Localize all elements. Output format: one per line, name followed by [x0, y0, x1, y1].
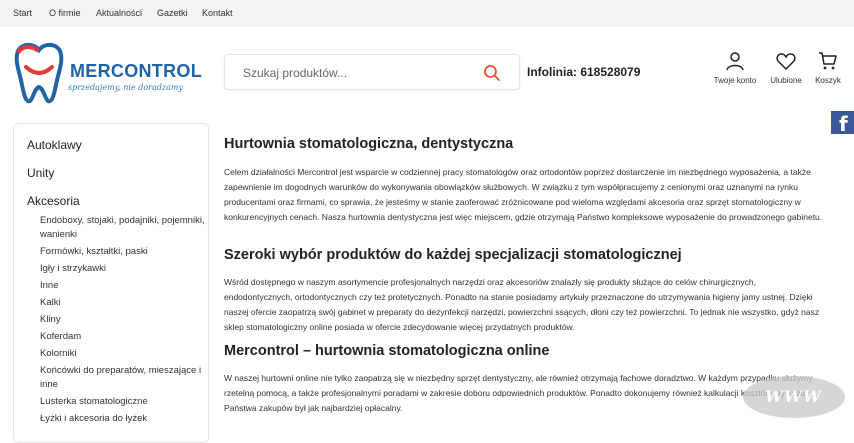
- logo[interactable]: MERCONTROL sprzedajemy, nie doradzamy: [12, 41, 202, 105]
- heading-szeroki-wybor: Szeroki wybór produktów do każdej specja…: [224, 247, 682, 263]
- nav-aktualnosci[interactable]: Aktualności: [96, 8, 142, 18]
- tooth-logo-icon: [14, 42, 64, 104]
- nav-gazetki[interactable]: Gazetki: [157, 8, 188, 18]
- logo-tagline: sprzedajemy, nie doradzamy: [68, 83, 183, 92]
- logo-text: MERCONTROL: [70, 61, 202, 81]
- subcategory-igly[interactable]: Igły i strzykawki: [40, 262, 205, 276]
- heading-hurtownia: Hurtownia stomatologiczna, dentystyczna: [224, 136, 514, 152]
- category-autoklawy[interactable]: Autoklawy: [27, 138, 82, 152]
- search-icon[interactable]: [483, 64, 501, 82]
- user-icon: [726, 52, 744, 71]
- cart-link[interactable]: Koszyk: [814, 51, 842, 85]
- watermark-text: WWW: [765, 387, 822, 406]
- paragraph-online: W naszej hurtowni online nie tylko zaopa…: [224, 373, 817, 413]
- subcategory-endoboxy[interactable]: Endoboxy, stojaki, podajniki, pojemniki,…: [40, 214, 205, 242]
- cart-icon: [819, 52, 837, 70]
- subcategory-kalki[interactable]: Kalki: [40, 296, 205, 310]
- subcategory-kolorniki[interactable]: Kolorniki: [40, 347, 205, 361]
- watermark: WWW: [743, 376, 845, 418]
- hotline[interactable]: Infolinia: 618528079: [527, 65, 640, 79]
- nav-o-firmie[interactable]: O firmie: [49, 8, 81, 18]
- nav-start[interactable]: Start: [13, 8, 32, 18]
- heart-icon: [776, 53, 796, 71]
- facebook-icon: f: [839, 112, 848, 136]
- category-unity[interactable]: Unity: [27, 166, 54, 180]
- top-navigation: Start O firmie Aktualności Gazetki Konta…: [0, 0, 854, 27]
- category-sidebar: Autoklawy Unity Akcesoria Endoboxy, stoj…: [13, 123, 209, 443]
- favorites-link[interactable]: Ulubione: [767, 51, 805, 85]
- subcategory-inne[interactable]: Inne: [40, 279, 205, 293]
- facebook-button[interactable]: f: [831, 111, 854, 136]
- subcategory-koncowki[interactable]: Końcówki do preparatów, mieszające i inn…: [40, 364, 205, 392]
- search-box: [224, 54, 520, 90]
- account-label: Twoje konto: [713, 76, 757, 85]
- cart-label: Koszyk: [815, 76, 841, 85]
- subcategory-lusterka[interactable]: Lusterka stomatologiczne: [40, 395, 205, 409]
- paragraph-produkty: Wśród dostępnego w naszym asortymencie p…: [224, 277, 820, 332]
- subcategory-lyzki[interactable]: Łyżki i akcesoria do łyżek: [40, 412, 205, 426]
- category-akcesoria[interactable]: Akcesoria: [27, 194, 80, 208]
- subcategory-formowki[interactable]: Formówki, kształtki, paski: [40, 245, 205, 259]
- header: MERCONTROL sprzedajemy, nie doradzamy In…: [0, 27, 854, 117]
- paragraph-intro: Celem działalności Mercontrol jest wspar…: [224, 167, 823, 222]
- subcategory-koferdam[interactable]: Koferdam: [40, 330, 205, 344]
- nav-kontakt[interactable]: Kontakt: [202, 8, 233, 18]
- account-link[interactable]: Twoje konto: [711, 51, 759, 85]
- subcategory-kliny[interactable]: Kliny: [40, 313, 205, 327]
- search-input[interactable]: [243, 64, 473, 82]
- heading-online: Mercontrol – hurtownia stomatologiczna o…: [224, 343, 550, 359]
- favorites-label: Ulubione: [770, 76, 802, 85]
